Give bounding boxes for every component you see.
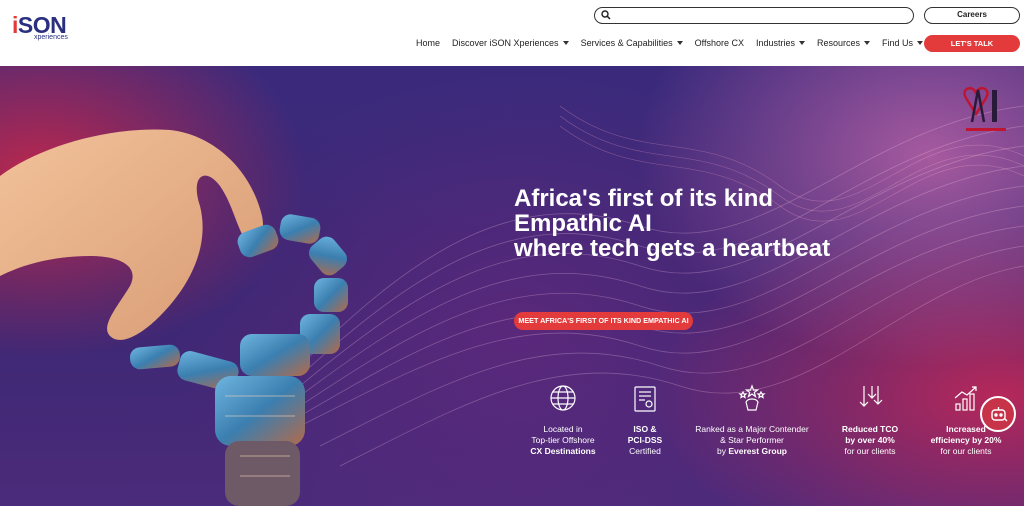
main-nav: Home Discover iSON Xperiences Services &… xyxy=(416,38,935,48)
heart-ai-icon xyxy=(963,86,1006,131)
search-bar[interactable] xyxy=(594,7,914,24)
growth-chart-icon xyxy=(954,386,977,411)
globe-icon xyxy=(550,385,576,411)
feature-tco: Reduced TCO by over 40% for our clients xyxy=(834,384,906,457)
hero-banner: Africa's first of its kind Empathic AI w… xyxy=(0,66,1024,506)
chevron-down-icon xyxy=(676,41,683,45)
ison-logo[interactable]: iSON xperiences xyxy=(12,12,68,42)
nav-discover[interactable]: Discover iSON Xperiences xyxy=(452,38,569,48)
chevron-down-icon xyxy=(799,41,805,45)
meet-empathic-ai-button[interactable]: MEET AFRICA'S FIRST OF ITS KIND EMPATHIC… xyxy=(514,312,693,330)
headline-line-3: where tech gets a heartbeat xyxy=(514,235,831,262)
feature-everest: Ranked as a Major Contender & Star Perfo… xyxy=(690,384,814,457)
chatbot-icon xyxy=(991,407,1008,422)
down-arrows-icon xyxy=(859,386,883,407)
nav-find-us[interactable]: Find Us xyxy=(882,38,924,48)
certificate-icon xyxy=(634,386,656,412)
lets-talk-button[interactable]: LET'S TALK xyxy=(924,35,1020,52)
nav-offshore-cx[interactable]: Offshore CX xyxy=(695,38,744,48)
careers-button[interactable]: Careers xyxy=(924,7,1020,24)
chevron-down-icon xyxy=(917,41,924,45)
headline-line-1: Africa's first of its kind xyxy=(514,185,774,212)
search-icon xyxy=(601,10,611,20)
nav-resources[interactable]: Resources xyxy=(817,38,871,48)
nav-services[interactable]: Services & Capabilities xyxy=(581,38,683,48)
nav-home[interactable]: Home xyxy=(416,38,440,48)
feature-offshore: Located in Top-tier Offshore CX Destinat… xyxy=(524,384,602,457)
feature-certified: ISO & PCI-DSS Certified xyxy=(616,384,674,457)
chevron-down-icon xyxy=(562,41,569,45)
empathic-ai-logo xyxy=(958,78,1014,142)
headline-line-2: Empathic AI xyxy=(514,210,652,237)
logo-tagline: xperiences xyxy=(34,34,68,41)
search-input[interactable] xyxy=(615,9,905,22)
award-stars-icon xyxy=(738,384,766,411)
site-header: iSON xperiences Careers Home Discover iS… xyxy=(0,0,1024,66)
robot-and-human-hand-image xyxy=(0,129,348,506)
logo-wordmark: iSON xyxy=(12,12,67,38)
chevron-down-icon xyxy=(864,41,871,45)
nav-industries[interactable]: Industries xyxy=(756,38,805,48)
hero-headline: Africa's first of its kind Empathic AI w… xyxy=(514,186,830,261)
chatbot-button[interactable] xyxy=(980,396,1016,432)
